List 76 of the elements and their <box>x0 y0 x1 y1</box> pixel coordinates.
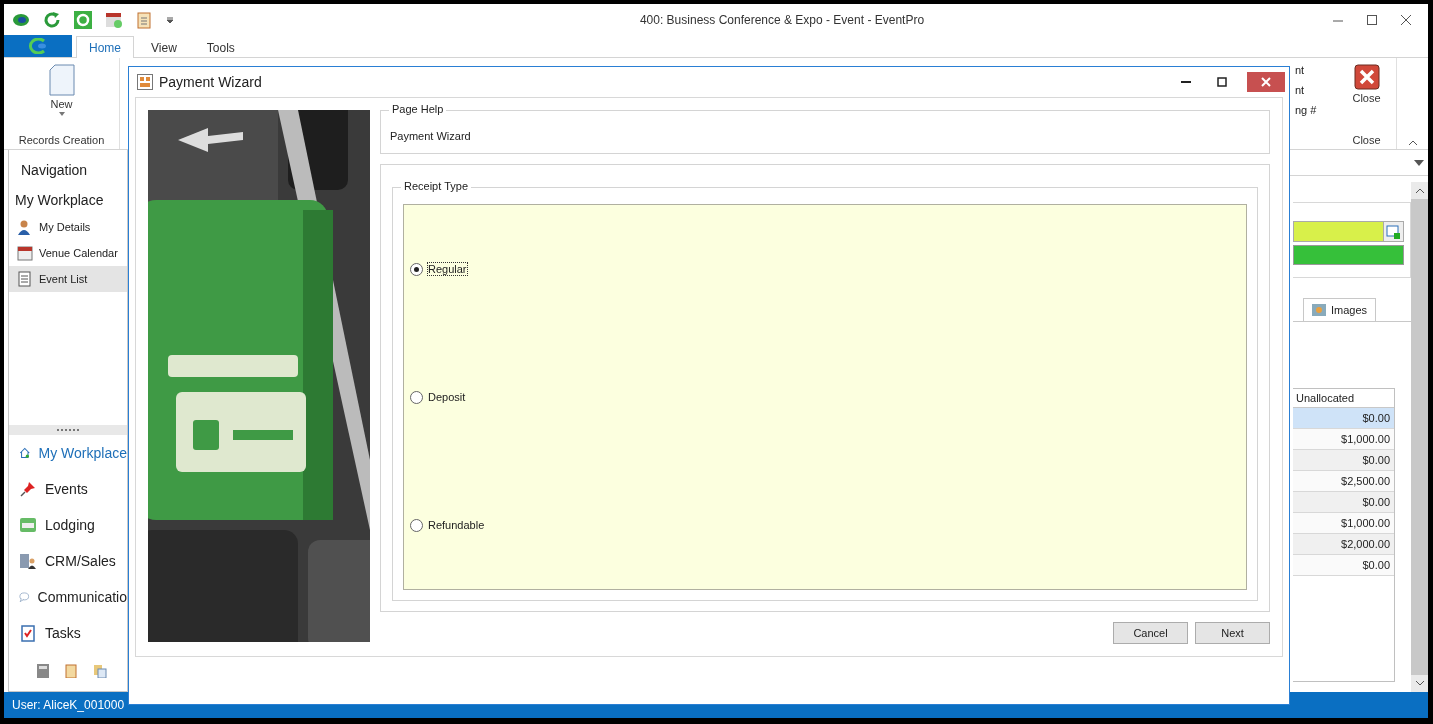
person-icon <box>17 219 33 235</box>
clipboard-icon <box>19 624 37 642</box>
ribbon-item[interactable]: ng # <box>1295 104 1317 116</box>
workplace-title: My Workplace <box>14 191 105 210</box>
collapse-icon <box>1408 140 1418 146</box>
nav-item[interactable]: My Details <box>9 214 127 240</box>
calendar-icon <box>17 245 33 261</box>
gear-icon <box>74 11 92 29</box>
ribbon-tab[interactable]: Tools <box>193 36 248 58</box>
blank-page-icon <box>48 64 75 96</box>
wizard-icon <box>137 74 153 90</box>
dialog-title: Payment Wizard <box>159 74 263 90</box>
close-icon <box>1400 14 1412 26</box>
ribbon-item[interactable]: nt <box>1295 64 1305 76</box>
new-button[interactable]: New <box>48 64 75 116</box>
user-label: User: AliceK_001000 <box>12 698 125 712</box>
ribbon-tab[interactable]: Home <box>76 36 134 58</box>
refresh-icon <box>43 11 61 29</box>
nav-section[interactable]: Events <box>9 471 127 507</box>
scrollbar[interactable] <box>1411 182 1428 692</box>
application-menu-button[interactable] <box>4 35 72 57</box>
nav-section[interactable]: Tasks <box>9 615 127 651</box>
group-label: Close <box>1352 134 1381 146</box>
clipboard-icon <box>136 11 152 29</box>
nav-item[interactable]: Venue Calendar <box>9 240 127 266</box>
group-label: Records Creation <box>18 134 105 146</box>
calculator-icon <box>37 664 49 678</box>
nav-section[interactable]: Lodging <box>9 507 127 543</box>
calendar-icon <box>105 11 123 29</box>
maximize-icon <box>1366 14 1378 26</box>
dialog-button[interactable]: Next <box>1195 622 1270 644</box>
images-tab[interactable]: Images <box>1303 298 1377 321</box>
close-button[interactable]: Close <box>1352 64 1381 104</box>
dialog-button[interactable]: Cancel <box>1113 622 1188 644</box>
clipboard-icon <box>65 664 77 678</box>
window-title: 400: Business Conference & Expo - Event - EventPro <box>638 13 926 27</box>
splitter-grip-icon <box>57 428 79 432</box>
nav-item[interactable]: Event List <box>9 266 127 292</box>
table-cell: $1,000.00 <box>1293 429 1394 450</box>
table-cell: $0.00 <box>1293 450 1394 471</box>
close-icon <box>1353 64 1380 90</box>
table-cell: $2,500.00 <box>1293 471 1394 492</box>
group-title: Receipt Type <box>401 180 471 192</box>
table-cell: $0.00 <box>1293 408 1394 429</box>
table-cell: $2,000.00 <box>1293 534 1394 555</box>
building-person-icon <box>19 552 37 570</box>
documents-icon <box>93 664 107 678</box>
help-text: Payment Wizard <box>389 129 472 144</box>
minimize-icon <box>1181 81 1191 83</box>
caret-icon <box>58 112 65 116</box>
logo-icon <box>12 13 30 27</box>
document-icon <box>17 271 33 287</box>
image-icon <box>1312 304 1326 316</box>
radio-option[interactable]: Regular <box>410 262 1240 276</box>
table-icon <box>1386 224 1401 239</box>
table-cell: $0.00 <box>1293 555 1394 576</box>
ribbon-tab[interactable]: View <box>138 36 190 58</box>
table-cell: $0.00 <box>1293 492 1394 513</box>
pushpin-icon <box>19 480 37 498</box>
scroll-down-icon <box>1415 681 1424 686</box>
nav-section[interactable]: CRM/Sales <box>9 543 127 579</box>
radio-option[interactable]: Deposit <box>410 390 1240 404</box>
ribbon-item[interactable]: nt <box>1295 84 1305 96</box>
maximize-icon <box>1217 77 1227 87</box>
dropdown-icon <box>165 15 175 25</box>
radio-option[interactable]: Refundable <box>410 518 1240 532</box>
nav-section[interactable]: Communicatio <box>9 579 127 615</box>
scroll-up-icon <box>1415 188 1424 193</box>
navigation-title: Navigation <box>20 161 89 180</box>
close-button[interactable] <box>1247 72 1285 92</box>
nav-section[interactable]: My Workplace <box>9 435 127 471</box>
table-cell: $1,000.00 <box>1293 513 1394 534</box>
group-title: Page Help <box>389 103 447 115</box>
color-field[interactable] <box>1293 221 1404 242</box>
bed-icon <box>19 516 37 534</box>
dropdown-icon <box>1414 159 1424 166</box>
